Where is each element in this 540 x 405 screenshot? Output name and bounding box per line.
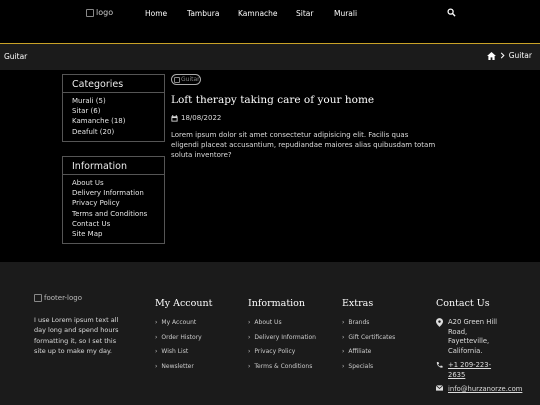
footer-extras-title: Extras	[342, 298, 374, 309]
chevron-right-icon: ›	[342, 348, 345, 355]
post-title[interactable]: Loft therapy taking care of your home	[171, 94, 374, 106]
info-link-delivery[interactable]: Delivery Information	[72, 188, 155, 198]
chevron-right-icon: ›	[248, 319, 251, 326]
chevron-right-icon: ›	[155, 333, 158, 341]
post-date: 18/08/2022	[171, 114, 221, 122]
footer-link-label: Delivery Information	[254, 333, 316, 341]
logo-alt-text: logo	[96, 8, 114, 17]
post-image[interactable]: Guitar	[171, 74, 201, 85]
chevron-right-icon: ›	[248, 333, 251, 341]
calendar-icon	[171, 114, 178, 122]
footer-link-label: About Us	[254, 319, 282, 326]
category-item-murali[interactable]: Murali (5)	[72, 96, 155, 106]
categories-list: Murali (5) Sitar (6) Kamanche (18) Deafu…	[63, 93, 164, 141]
footer-my-account: My Account › My Account › Order History › W…	[155, 298, 212, 377]
breadcrumb-current: Guitar	[508, 51, 532, 60]
footer-link-delivery[interactable]: › Delivery Information	[248, 334, 316, 349]
information-list: About Us Delivery Information Privacy Po…	[63, 175, 164, 243]
home-icon[interactable]	[486, 51, 496, 60]
categories-box: Categories Murali (5) Sitar (6) Kamanche…	[62, 74, 165, 142]
chevron-right-icon: ›	[155, 362, 158, 370]
broken-image-icon	[34, 294, 42, 302]
chevron-right-icon: ›	[342, 319, 345, 326]
broken-image-icon	[86, 8, 94, 17]
contact-address: A20 Green Hill Road, Fayetteville, Calif…	[436, 318, 532, 356]
footer-link-privacy[interactable]: › Privacy Policy	[248, 348, 316, 363]
breadcrumb-bar: Guitar Guitar	[0, 44, 540, 70]
footer-link-gift-certificates[interactable]: › Gift Certificates	[342, 334, 395, 349]
footer-information-title: Information	[248, 298, 306, 309]
footer-extras: Extras › Brands › Gift Certificates › Affil…	[342, 298, 395, 377]
envelope-icon	[436, 385, 443, 391]
category-item-default[interactable]: Deafult (20)	[72, 127, 155, 137]
contact-email-link[interactable]: info@hurzanorze.com	[448, 385, 522, 395]
info-link-sitemap[interactable]: Site Map	[72, 229, 155, 239]
page-title: Guitar	[4, 52, 28, 61]
footer-link-specials[interactable]: › Specials	[342, 363, 395, 378]
contact-address-text: A20 Green Hill Road, Fayetteville, Calif…	[448, 318, 497, 355]
post-image-alt: Guitar	[181, 76, 200, 83]
footer-link-label: Wish List	[161, 348, 189, 355]
site-footer: footer-logo I use Lorem ipsum text all d…	[0, 262, 540, 405]
footer-link-label: Terms & Conditions	[254, 362, 313, 370]
breadcrumb: Guitar	[486, 51, 532, 60]
chevron-right-icon: ›	[155, 319, 158, 326]
footer-link-label: My Account	[161, 319, 197, 326]
info-link-terms[interactable]: Terms and Conditions	[72, 209, 155, 219]
location-pin-icon	[436, 318, 443, 327]
site-logo[interactable]: logo	[86, 8, 113, 17]
chevron-right-icon: ›	[342, 333, 345, 341]
footer-logo[interactable]: footer-logo	[34, 294, 82, 302]
categories-title: Categories	[63, 75, 164, 93]
footer-contact-title: Contact Us	[436, 298, 490, 309]
footer-link-label: Newsletter	[161, 362, 194, 370]
nav-item-murali[interactable]: Murali	[334, 9, 357, 18]
category-item-kamanche[interactable]: Kamanche (18)	[72, 116, 155, 126]
chevron-right-icon: ›	[248, 362, 251, 370]
footer-about-text: I use Lorem ipsum text all day long and …	[34, 316, 119, 356]
post-excerpt: Lorem ipsum dolor sit amet consectetur a…	[171, 131, 436, 159]
footer-contact: Contact Us A20 Green Hill Road, Fayettev…	[436, 298, 532, 400]
footer-my-account-title: My Account	[155, 298, 213, 309]
search-icon[interactable]	[447, 8, 456, 17]
footer-link-newsletter[interactable]: › Newsletter	[155, 363, 212, 378]
nav-item-kamnache[interactable]: Kamnache	[238, 9, 278, 18]
information-box: Information About Us Delivery Informatio…	[62, 156, 165, 245]
info-link-privacy[interactable]: Privacy Policy	[72, 198, 155, 208]
footer-link-brands[interactable]: › Brands	[342, 319, 395, 334]
footer-link-label: Order History	[161, 333, 202, 341]
footer-link-my-account[interactable]: › My Account	[155, 319, 212, 334]
chevron-right-icon: ›	[342, 362, 345, 370]
contact-email: info@hurzanorze.com	[436, 385, 532, 395]
footer-logo-alt: footer-logo	[44, 294, 82, 302]
contact-phone: +1 209-223-2635	[436, 361, 532, 380]
footer-link-label: Gift Certificates	[348, 333, 396, 341]
contact-phone-link[interactable]: +1 209-223-2635	[448, 361, 498, 380]
nav-item-sitar[interactable]: Sitar	[296, 9, 313, 18]
chevron-right-icon: ›	[248, 348, 251, 355]
footer-link-order-history[interactable]: › Order History	[155, 334, 212, 349]
footer-link-label: Specials	[348, 362, 374, 370]
info-link-about-us[interactable]: About Us	[72, 178, 155, 188]
category-item-sitar[interactable]: Sitar (6)	[72, 106, 155, 116]
footer-link-about-us[interactable]: › About Us	[248, 319, 316, 334]
footer-link-label: Brands	[348, 319, 370, 326]
broken-image-icon	[174, 76, 180, 83]
site-header: logo Home Tambura Kamnache Sitar Murali	[0, 0, 540, 44]
chevron-right-icon	[500, 52, 505, 59]
information-title: Information	[63, 157, 164, 175]
nav-item-tambura[interactable]: Tambura	[187, 9, 219, 18]
footer-link-label: Affiliate	[348, 348, 372, 355]
chevron-right-icon: ›	[155, 348, 158, 355]
footer-link-label: Privacy Policy	[254, 348, 296, 355]
phone-icon	[436, 361, 443, 368]
footer-information: Information › About Us › Delivery Informat…	[248, 298, 316, 377]
footer-link-affiliate[interactable]: › Affiliate	[342, 348, 395, 363]
info-link-contact[interactable]: Contact Us	[72, 219, 155, 229]
footer-link-wish-list[interactable]: › Wish List	[155, 348, 212, 363]
post-date-text: 18/08/2022	[181, 114, 222, 122]
nav-item-home[interactable]: Home	[145, 9, 167, 18]
footer-link-terms[interactable]: › Terms & Conditions	[248, 363, 316, 378]
